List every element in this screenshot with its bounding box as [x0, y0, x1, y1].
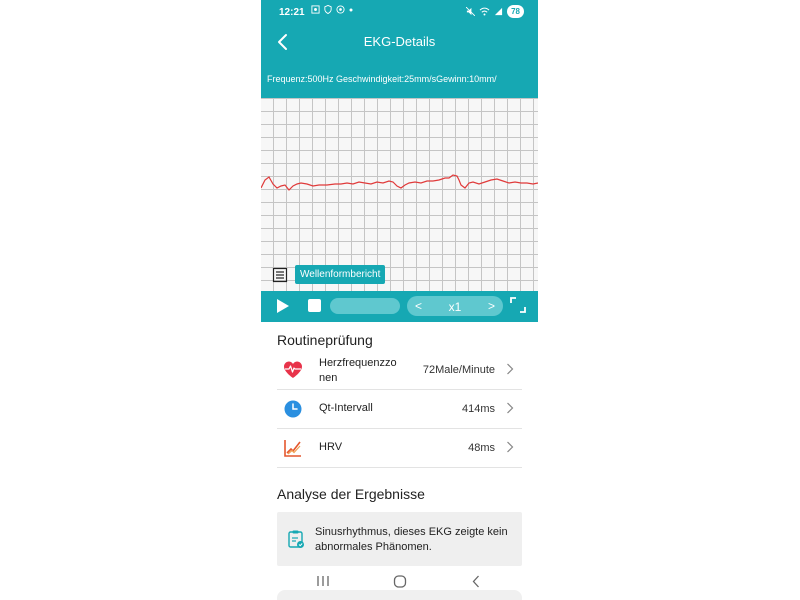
home-icon[interactable] — [393, 575, 407, 588]
nav-back-icon[interactable] — [471, 575, 481, 588]
ecg-waveform-grid: Wellenformbericht — [261, 98, 538, 291]
screenshot-icon — [311, 5, 320, 14]
heart-rate-value: 72Male/Minute — [422, 364, 495, 376]
battery-indicator: 78 — [507, 5, 524, 18]
bottom-sheet-edge — [277, 590, 522, 600]
heart-pulse-icon — [284, 361, 302, 378]
ecg-trace-line — [261, 174, 538, 191]
play-icon[interactable] — [276, 298, 290, 314]
shield-icon — [324, 5, 332, 14]
dot-icon — [349, 8, 353, 11]
chevron-right-icon — [507, 402, 514, 414]
speed-increase-button[interactable]: > — [488, 299, 495, 313]
status-time: 12:21 — [279, 7, 305, 18]
hrv-label: HRV — [319, 441, 343, 453]
page-title: EKG-Details — [363, 34, 436, 49]
fullscreen-icon[interactable] — [510, 297, 526, 313]
qt-interval-label: Qt-Intervall — [319, 402, 373, 414]
playback-progress-bar[interactable] — [330, 298, 400, 314]
analysis-result-card: Sinusrhythmus, dieses EKG zeigte kein ab… — [277, 512, 522, 566]
clipboard-check-icon — [288, 530, 304, 548]
status-notification-icons — [311, 5, 353, 14]
analysis-section-title: Analyse der Ergebnisse — [277, 486, 425, 502]
signal-icon — [494, 7, 503, 16]
row-hrv[interactable]: HRV 48ms — [277, 428, 522, 468]
status-system-icons: 78 — [466, 5, 524, 18]
clock-icon — [284, 400, 302, 418]
waveform-report-button[interactable]: Wellenformbericht — [295, 265, 386, 284]
speed-control: < x1 > — [407, 296, 503, 316]
hrv-value: 48ms — [468, 442, 495, 454]
ecg-parameters-text: Frequenz:500Hz Geschwindigkeit:25mm/sGew… — [267, 74, 497, 84]
heart-rate-zones-label-line2: nen — [319, 372, 338, 384]
row-qt-interval[interactable]: Qt-Intervall 414ms — [277, 389, 522, 429]
ecg-parameters-bar: Frequenz:500Hz Geschwindigkeit:25mm/sGew… — [261, 58, 538, 98]
recent-apps-icon[interactable] — [316, 575, 330, 587]
app-bar: EKG-Details — [261, 26, 538, 58]
wifi-icon — [479, 7, 490, 16]
status-bar: 12:21 78 — [261, 0, 538, 26]
chevron-right-icon — [507, 441, 514, 453]
routine-section-title: Routineprüfung — [277, 332, 373, 348]
report-document-icon[interactable] — [272, 267, 288, 283]
heart-rate-zones-label-line1: Herzfrequenzzo — [319, 357, 397, 369]
qt-interval-value: 414ms — [461, 403, 495, 415]
mute-icon — [466, 7, 476, 16]
analysis-result-text: Sinusrhythmus, dieses EKG zeigte kein ab… — [315, 526, 508, 553]
chevron-right-icon — [507, 363, 514, 375]
circle-app-icon — [336, 5, 345, 14]
hrv-chart-icon — [284, 440, 301, 457]
row-heart-rate-zones[interactable]: Herzfrequenzzo nen 72Male/Minute — [277, 350, 522, 390]
stop-button[interactable] — [308, 299, 321, 312]
phone-screen: 12:21 78 EKG-Details Frequenz:500Hz Gesc… — [261, 0, 538, 600]
heart-rate-zones-label: Herzfrequenzzo nen — [319, 356, 397, 386]
playback-controls: < x1 > — [261, 291, 538, 322]
ecg-trace — [261, 174, 538, 191]
